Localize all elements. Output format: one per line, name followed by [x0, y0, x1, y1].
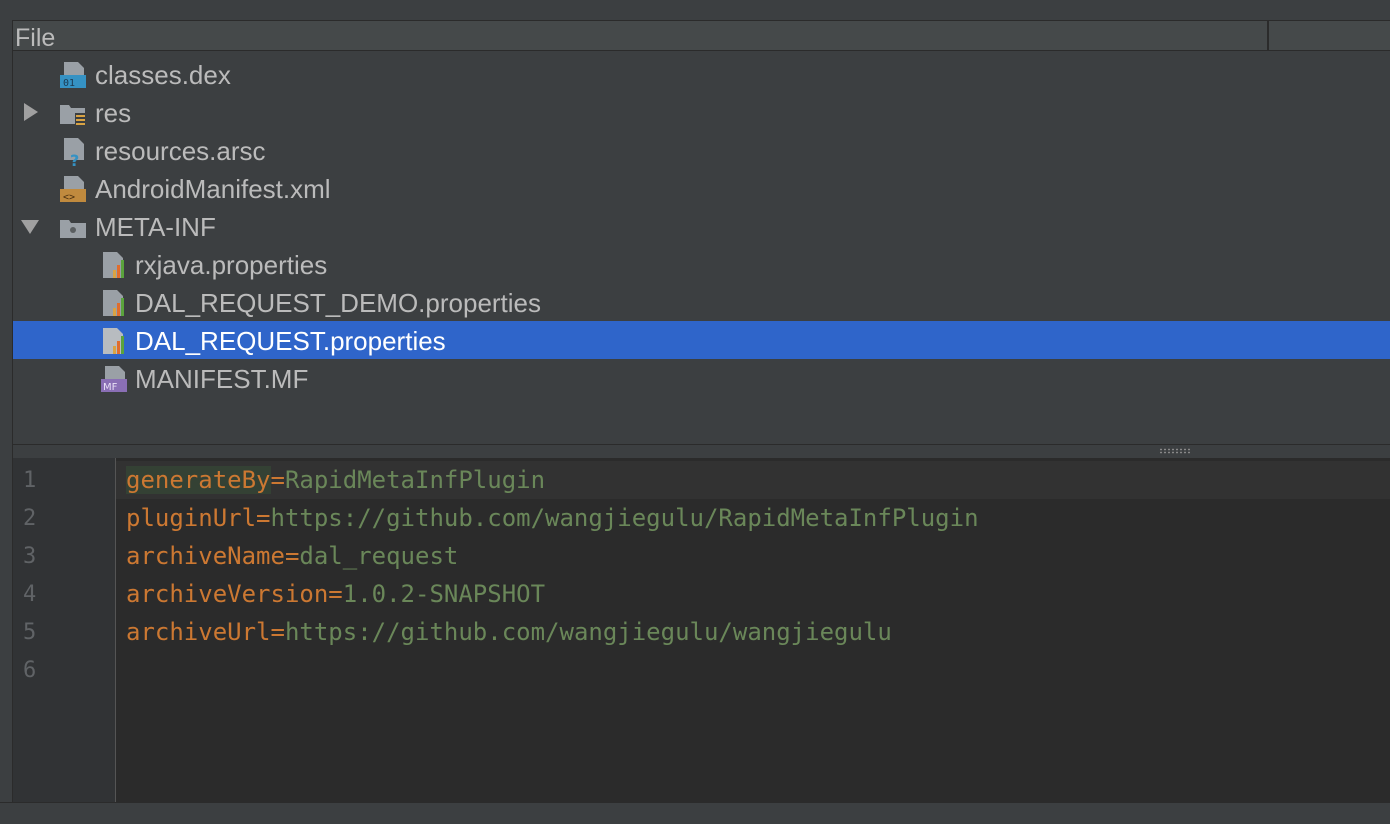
tree-header[interactable]: File	[13, 21, 1390, 53]
svg-text:01: 01	[63, 78, 75, 89]
unknown-file-icon: ?	[64, 138, 84, 166]
tree-item-label: DAL_REQUEST_DEMO.properties	[135, 288, 542, 318]
splitter-grip-icon[interactable]	[1159, 448, 1191, 454]
tree-item-label: MANIFEST.MF	[135, 364, 309, 394]
svg-text:<>: <>	[63, 192, 75, 203]
property-key: archiveVersion	[126, 580, 329, 608]
tree-item-rxjava-properties[interactable]: rxjava.properties	[13, 245, 1390, 283]
tree-item-label: res	[95, 98, 132, 128]
line-number: 6	[23, 658, 37, 683]
property-separator: =	[284, 542, 300, 570]
property-value: 1.0.2-SNAPSHOT	[342, 580, 546, 608]
bottom-status-strip	[0, 802, 1390, 824]
code-line-2[interactable]: pluginUrl=https://github.com/wangjiegulu…	[126, 504, 979, 532]
tree-item-label: META-INF	[95, 212, 216, 242]
file-column-header[interactable]: File	[15, 24, 55, 53]
tree-item-dal-request-demo[interactable]: DAL_REQUEST_DEMO.properties	[13, 283, 1390, 321]
tree-item-classes-dex[interactable]: 01 classes.dex	[13, 55, 1390, 93]
svg-text:MF: MF	[103, 382, 118, 393]
line-number: 5	[23, 620, 37, 645]
properties-file-icon	[103, 290, 124, 316]
line-number: 2	[23, 506, 37, 531]
line-number: 3	[23, 544, 37, 569]
property-separator: =	[270, 466, 285, 494]
property-key: archiveUrl	[126, 618, 271, 646]
property-value: https://github.com/wangjiegulu/wangjiegu…	[284, 618, 892, 646]
left-tool-strip	[0, 20, 13, 802]
dex-file-icon: 01	[60, 62, 86, 89]
code-line-1[interactable]: generateBy=RapidMetaInfPlugin	[126, 466, 545, 494]
property-key: pluginUrl	[126, 504, 257, 532]
line-number: 4	[23, 582, 37, 607]
collapse-arrow-icon[interactable]	[21, 220, 39, 234]
property-separator: =	[256, 504, 271, 532]
file-tree: 01 classes.dex res ? resources.arsc <> A…	[13, 51, 1390, 444]
tree-item-res[interactable]: res	[13, 93, 1390, 131]
tree-item-resources-arsc[interactable]: ? resources.arsc	[13, 131, 1390, 169]
code-line-4[interactable]: archiveVersion=1.0.2-SNAPSHOT	[126, 580, 545, 608]
manifest-file-icon: MF	[101, 366, 127, 393]
svg-text:?: ?	[70, 151, 79, 166]
tree-item-label: resources.arsc	[95, 136, 266, 166]
line-number: 1	[23, 468, 37, 493]
tree-item-label: AndroidManifest.xml	[95, 174, 331, 204]
property-separator: =	[328, 580, 343, 608]
code-line-3[interactable]: archiveName=dal_request	[126, 542, 458, 570]
property-value: RapidMetaInfPlugin	[284, 466, 546, 494]
panel-splitter[interactable]	[13, 444, 1390, 458]
column-divider[interactable]	[1267, 21, 1269, 50]
tree-item-label: classes.dex	[95, 60, 231, 90]
xml-file-icon: <>	[60, 176, 86, 203]
tree-item-label: DAL_REQUEST.properties	[135, 326, 446, 356]
property-value: dal_request	[299, 542, 459, 570]
tree-item-meta-inf[interactable]: META-INF	[13, 207, 1390, 245]
tree-item-dal-request[interactable]: DAL_REQUEST.properties	[13, 321, 1390, 359]
tree-item-android-manifest[interactable]: <> AndroidManifest.xml	[13, 169, 1390, 207]
property-key: generateBy	[126, 466, 271, 494]
property-key: archiveName	[126, 542, 285, 570]
property-value: https://github.com/wangjiegulu/RapidMeta…	[270, 504, 979, 532]
code-line-5[interactable]: archiveUrl=https://github.com/wangjiegul…	[126, 618, 892, 646]
top-toolbar-strip	[0, 0, 1390, 21]
tree-item-manifest-mf[interactable]: MF MANIFEST.MF	[13, 359, 1390, 397]
properties-file-icon	[103, 252, 124, 278]
properties-file-icon	[103, 328, 124, 354]
resource-folder-icon	[60, 105, 86, 126]
expand-arrow-icon[interactable]	[24, 103, 38, 121]
line-number-gutter: 1 2 3 4 5 6	[13, 458, 116, 802]
folder-icon	[60, 220, 86, 238]
tree-item-label: rxjava.properties	[135, 250, 328, 280]
property-separator: =	[270, 618, 285, 646]
code-editor[interactable]: 1 2 3 4 5 6 generateBy=RapidMetaInfPlugi…	[13, 458, 1390, 802]
